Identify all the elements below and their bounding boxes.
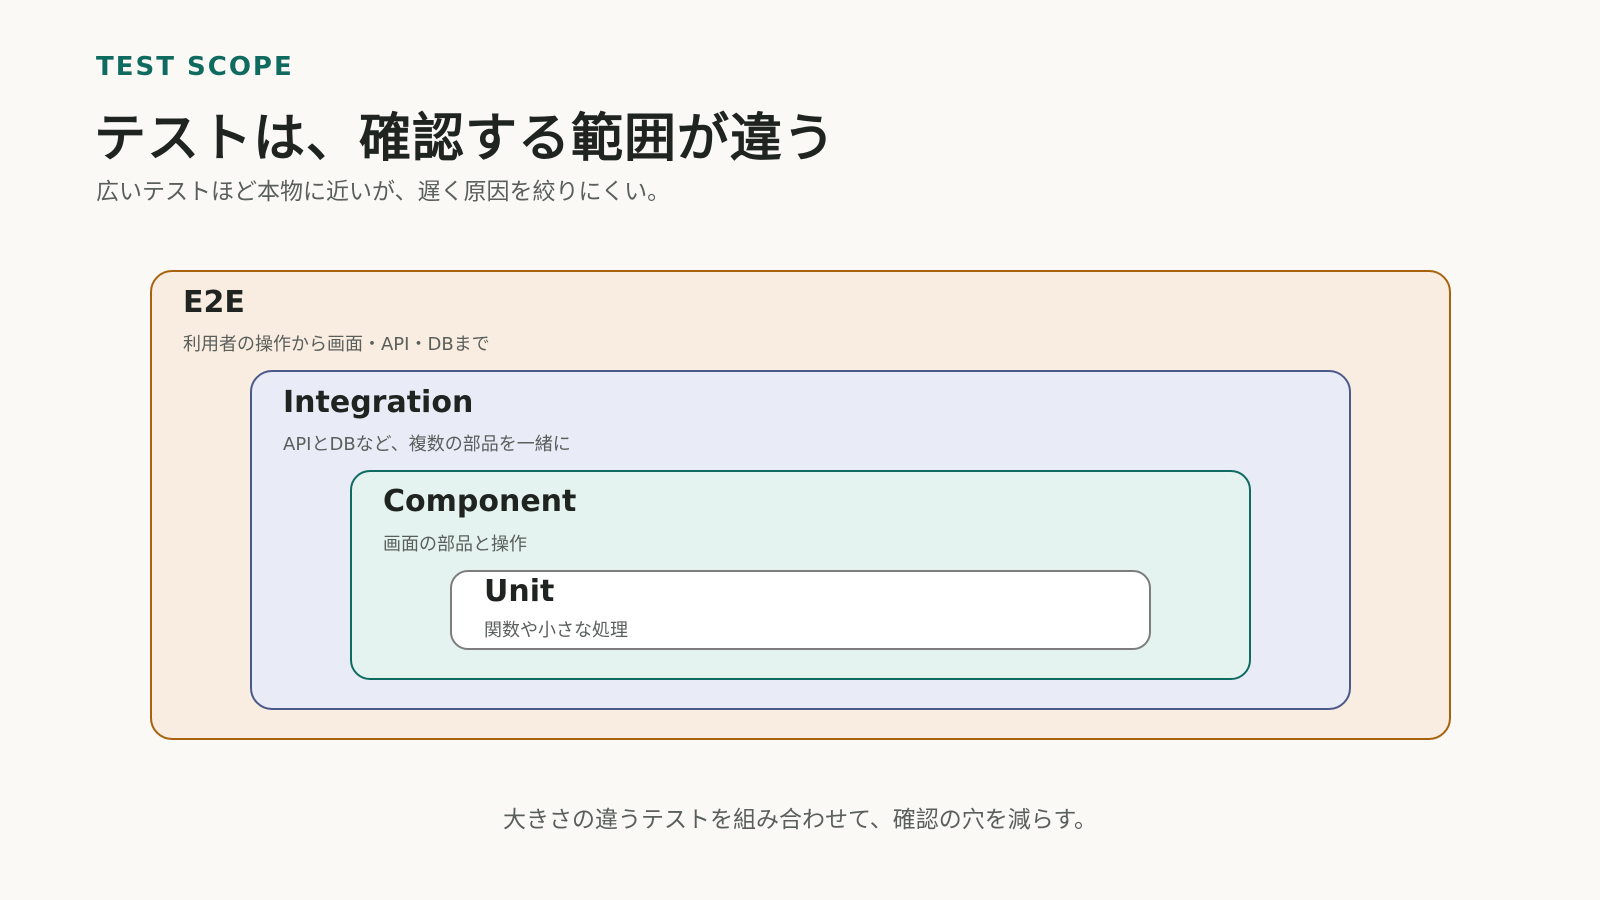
page-subtitle: 広いテストほど本物に近いが、遅く原因を絞りにくい。 bbox=[96, 179, 671, 205]
layer-integration-description: APIとDBなど、複数の部品を一緒に bbox=[283, 434, 571, 455]
page-title: テストは、確認する範囲が違う bbox=[94, 109, 837, 169]
section-eyebrow: TEST SCOPE bbox=[96, 52, 294, 82]
layer-unit-label: Unit bbox=[484, 574, 555, 609]
footer-caption: 大きさの違うテストを組み合わせて、確認の穴を減らす。 bbox=[502, 807, 1098, 833]
layer-e2e-label: E2E bbox=[183, 285, 245, 320]
layer-component-description: 画面の部品と操作 bbox=[383, 534, 527, 555]
layer-integration-label: Integration bbox=[283, 385, 474, 420]
layer-unit-description: 関数や小さな処理 bbox=[484, 620, 628, 641]
layer-e2e-description: 利用者の操作から画面・API・DBまで bbox=[183, 334, 490, 355]
layer-component-label: Component bbox=[383, 484, 577, 519]
